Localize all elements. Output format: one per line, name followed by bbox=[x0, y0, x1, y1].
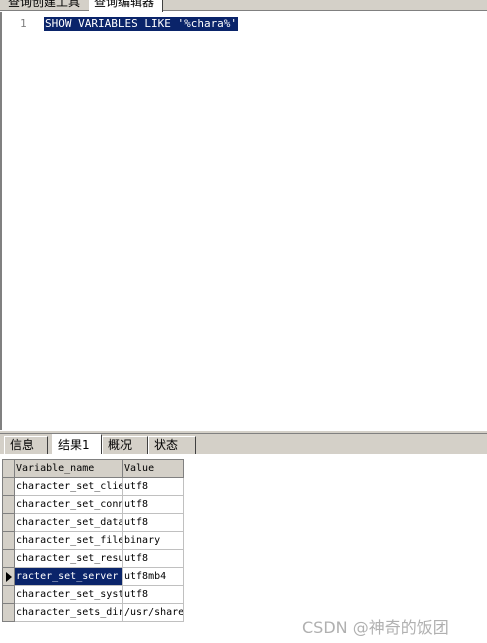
cell-variable-name-selected[interactable]: racter_set_server bbox=[15, 568, 123, 586]
row-indicator[interactable] bbox=[3, 496, 15, 514]
cell-variable-name[interactable]: character_set_file bbox=[15, 532, 123, 550]
table-row-selected[interactable]: racter_set_server utf8mb4 bbox=[3, 568, 184, 586]
cell-value[interactable]: utf8mb4 bbox=[123, 568, 184, 586]
row-indicator-current[interactable] bbox=[3, 568, 15, 586]
watermark-text: CSDN @神奇的饭团 bbox=[302, 618, 449, 637]
column-header-variable-name[interactable]: Variable_name bbox=[15, 460, 123, 478]
tab-result-1[interactable]: 结果1 bbox=[52, 434, 102, 454]
row-indicator[interactable] bbox=[3, 550, 15, 568]
table-row[interactable]: character_set_resu utf8 bbox=[3, 550, 184, 568]
sql-code-selected[interactable]: SHOW VARIABLES LIKE '%chara%' bbox=[44, 17, 239, 31]
row-indicator[interactable] bbox=[3, 532, 15, 550]
table-row[interactable]: character_sets_dir /usr/share bbox=[3, 604, 184, 622]
column-header-value[interactable]: Value bbox=[123, 460, 184, 478]
cell-value[interactable]: utf8 bbox=[123, 496, 184, 514]
tab-message[interactable]: 信息 bbox=[4, 436, 48, 454]
cell-variable-name[interactable]: character_set_conn bbox=[15, 496, 123, 514]
table-row[interactable]: character_set_conn utf8 bbox=[3, 496, 184, 514]
table-row[interactable]: character_set_clie utf8 bbox=[3, 478, 184, 496]
cell-value[interactable]: utf8 bbox=[123, 550, 184, 568]
table-row[interactable]: character_set_file binary bbox=[3, 532, 184, 550]
cell-variable-name[interactable]: character_sets_dir bbox=[15, 604, 123, 622]
row-indicator[interactable] bbox=[3, 604, 15, 622]
tab-query-editor[interactable]: 查询编辑器 bbox=[89, 0, 163, 12]
row-indicator[interactable] bbox=[3, 586, 15, 604]
cell-value[interactable]: utf8 bbox=[123, 586, 184, 604]
cell-variable-name[interactable]: character_set_resu bbox=[15, 550, 123, 568]
cell-value[interactable]: /usr/share bbox=[123, 604, 184, 622]
result-tab-strip: 信息 结果1 概况 状态 bbox=[0, 434, 487, 454]
cell-value[interactable]: utf8 bbox=[123, 478, 184, 496]
table-row[interactable]: character_set_syst utf8 bbox=[3, 586, 184, 604]
tab-profile[interactable]: 概况 bbox=[102, 436, 148, 454]
cell-variable-name[interactable]: character_set_data bbox=[15, 514, 123, 532]
table-row[interactable]: character_set_data utf8 bbox=[3, 514, 184, 532]
tab-query-builder[interactable]: 查询创建工具 bbox=[4, 0, 86, 11]
result-grid[interactable]: Variable_name Value character_set_clie u… bbox=[2, 459, 184, 622]
cell-value[interactable]: utf8 bbox=[123, 514, 184, 532]
editor-tab-strip: 查询创建工具 查询编辑器 bbox=[0, 0, 487, 12]
row-indicator[interactable] bbox=[3, 478, 15, 496]
cell-value[interactable]: binary bbox=[123, 532, 184, 550]
tab-status[interactable]: 状态 bbox=[148, 436, 196, 454]
row-indicator[interactable] bbox=[3, 514, 15, 532]
line-number: 1 bbox=[20, 17, 27, 30]
cell-variable-name[interactable]: character_set_syst bbox=[15, 586, 123, 604]
current-row-arrow-icon bbox=[6, 572, 12, 582]
row-indicator-header[interactable] bbox=[3, 460, 15, 478]
cell-variable-name[interactable]: character_set_clie bbox=[15, 478, 123, 496]
sql-editor[interactable]: 1 SHOW VARIABLES LIKE '%chara%' bbox=[0, 12, 487, 430]
grid-header-row: Variable_name Value bbox=[3, 460, 184, 478]
